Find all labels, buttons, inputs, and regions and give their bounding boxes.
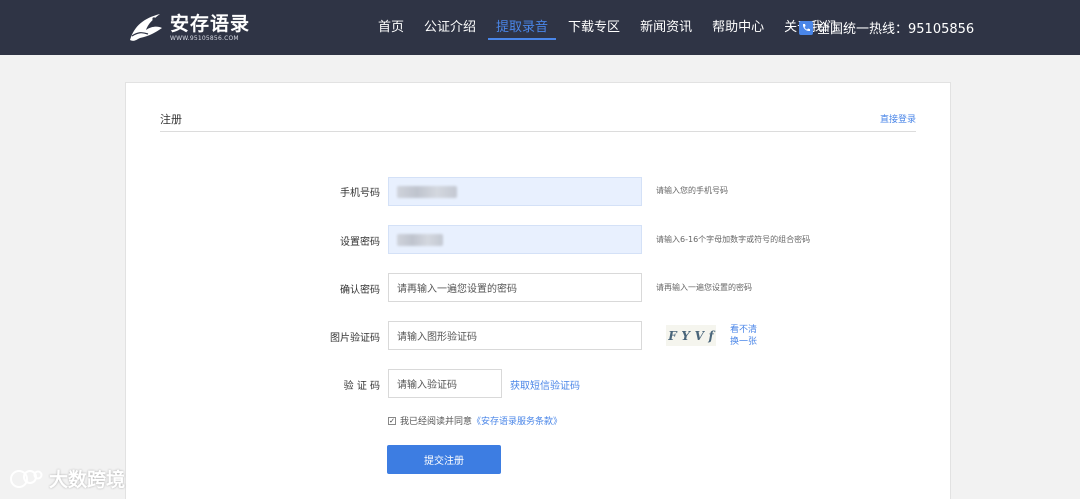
submit-register-button[interactable]: 提交注册 xyxy=(387,445,501,474)
phone-hint: 请输入您的手机号码 xyxy=(656,186,728,195)
watermark: 大数跨境 xyxy=(9,465,125,492)
sms-code-placeholder: 请输入验证码 xyxy=(397,380,457,391)
bird-logo-icon xyxy=(130,14,162,41)
nav-item-help[interactable]: 帮助中心 xyxy=(702,0,774,55)
logo-url: WWW.95105856.COM xyxy=(170,35,239,42)
phone-label: 手机号码 xyxy=(340,188,380,199)
password-hint: 请输入6-16个字母加数字或符号的组合密码 xyxy=(656,235,811,244)
redacted-phone-value xyxy=(397,185,457,198)
nav-item-news[interactable]: 新闻资讯 xyxy=(630,0,702,55)
password-input[interactable] xyxy=(388,225,642,254)
get-sms-code-link[interactable]: 获取短信验证码 xyxy=(510,377,580,392)
page-title: 注册 xyxy=(160,113,182,126)
title-divider xyxy=(160,131,916,132)
image-code-label: 图片验证码 xyxy=(330,333,380,344)
captcha-image[interactable]: F Y V f xyxy=(666,325,716,346)
logo[interactable]: 安存语录 WWW.95105856.COM xyxy=(126,10,250,46)
phone-icon xyxy=(799,20,813,35)
confirm-password-placeholder: 请再输入一遍您设置的密码 xyxy=(397,284,517,295)
watermark-logo-icon xyxy=(10,469,43,488)
image-code-placeholder: 请输入图形验证码 xyxy=(397,332,477,343)
refresh-captcha-link[interactable]: 看不清 换一张 xyxy=(730,324,757,348)
register-panel: 注册 直接登录 手机号码 请输入您的手机号码 设置密码 请输入6-16个字母加数… xyxy=(125,82,951,499)
nav-item-notary-intro[interactable]: 公证介绍 xyxy=(414,0,486,55)
nav-item-home[interactable]: 首页 xyxy=(368,0,414,55)
direct-login-link[interactable]: 直接登录 xyxy=(880,112,916,125)
logo-name: 安存语录 xyxy=(170,13,251,35)
terms-link[interactable]: 《安存语录服务条款》 xyxy=(472,414,562,427)
phone-input[interactable] xyxy=(388,177,642,206)
sms-code-input[interactable]: 请输入验证码 xyxy=(388,369,502,398)
redacted-password-value xyxy=(397,233,443,246)
agree-checkbox[interactable]: ✓ xyxy=(388,416,396,425)
confirm-password-label: 确认密码 xyxy=(340,285,380,296)
agree-terms-row: ✓ 我已经阅读并同意 《安存语录服务条款》 xyxy=(388,414,562,427)
hotline-text: 全国统一热线：95105856 xyxy=(817,22,975,37)
sms-code-label: 验 证 码 xyxy=(343,381,380,392)
watermark-text: 大数跨境 xyxy=(49,469,126,491)
main-nav: 首页 公证介绍 提取录音 下载专区 新闻资讯 帮助中心 关于我们 xyxy=(368,0,846,55)
image-code-input[interactable]: 请输入图形验证码 xyxy=(388,321,642,350)
password-label: 设置密码 xyxy=(340,237,380,248)
hotline: 全国统一热线：95105856 xyxy=(799,0,974,55)
nav-item-extract-recording[interactable]: 提取录音 xyxy=(486,0,558,55)
confirm-password-input[interactable]: 请再输入一遍您设置的密码 xyxy=(388,273,642,302)
confirm-password-hint: 请再输入一遍您设置的密码 xyxy=(656,283,752,292)
top-navbar: 安存语录 WWW.95105856.COM 首页 公证介绍 提取录音 下载专区 … xyxy=(0,0,1080,55)
agree-text: 我已经阅读并同意 xyxy=(400,417,473,427)
nav-item-downloads[interactable]: 下载专区 xyxy=(558,0,630,55)
